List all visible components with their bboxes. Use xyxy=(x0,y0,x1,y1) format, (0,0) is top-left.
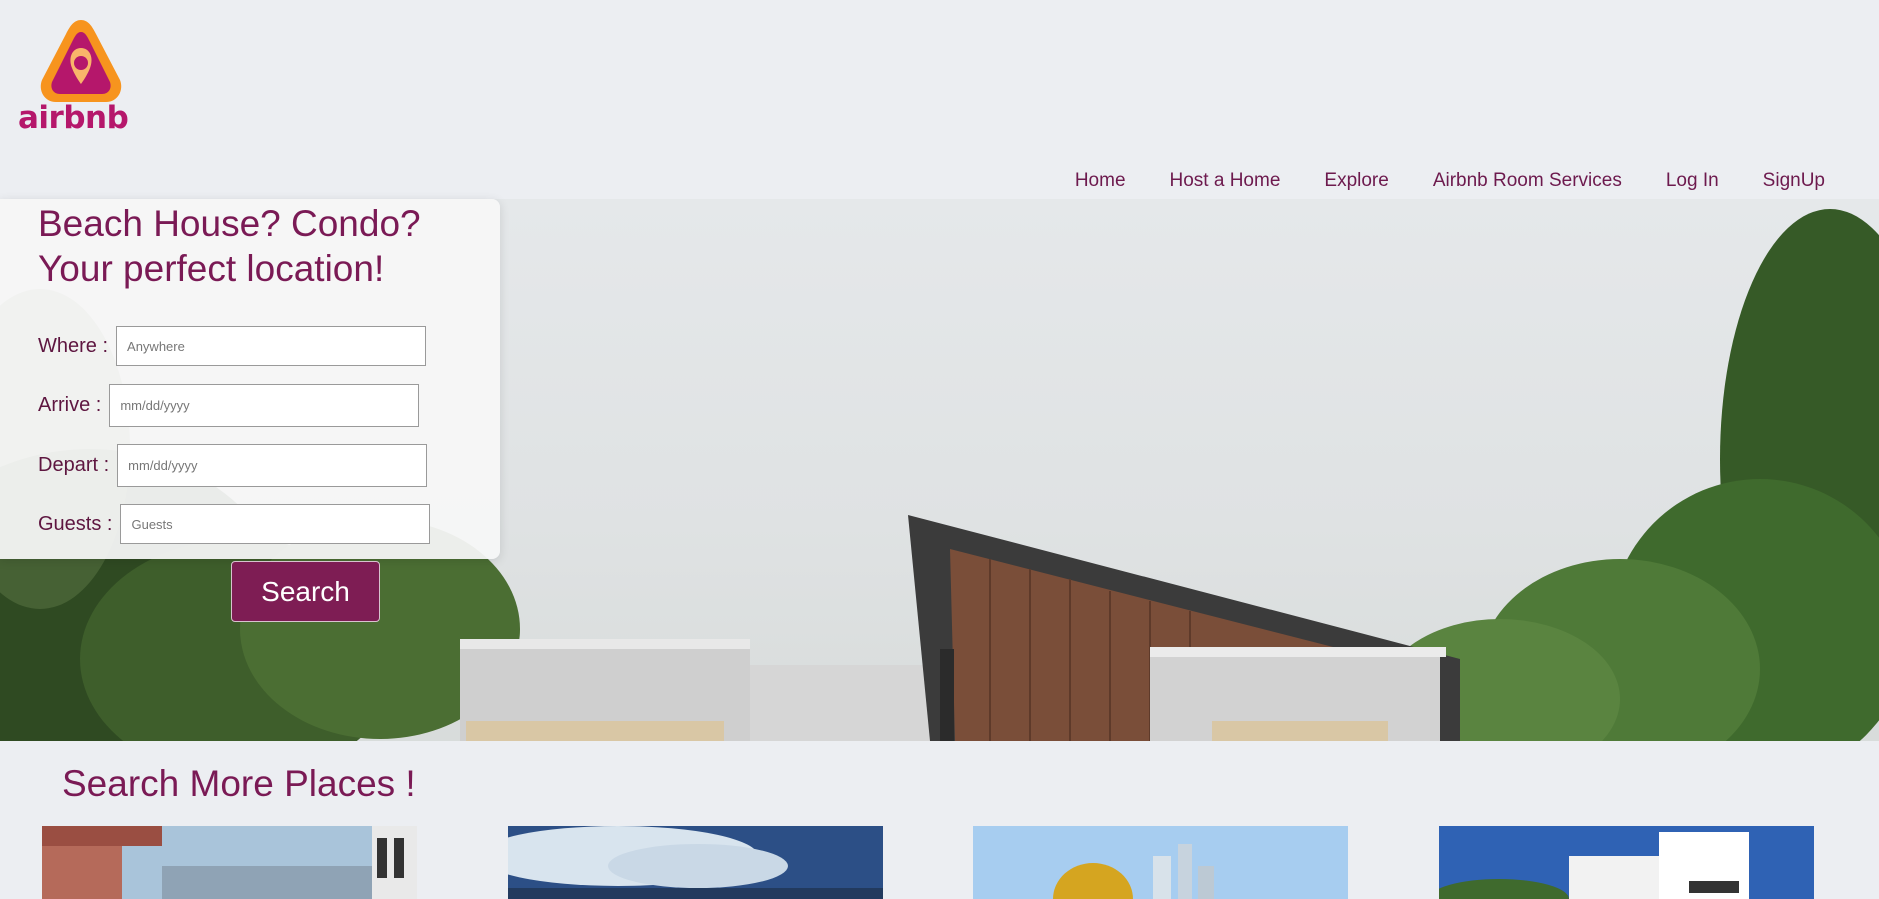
place-thumbnail-1[interactable] xyxy=(42,826,417,899)
where-label: Where : xyxy=(38,334,109,357)
search-panel-title: Beach House? Condo? Your perfect locatio… xyxy=(38,201,498,291)
where-input[interactable] xyxy=(116,326,427,366)
guests-input[interactable] xyxy=(120,504,431,544)
guests-label: Guests : xyxy=(38,512,113,535)
site-header: airbnb Home Host a Home Explore Airbnb R… xyxy=(0,0,1879,199)
place-thumbnail-2[interactable] xyxy=(508,826,883,899)
depart-label: Depart : xyxy=(38,454,110,476)
more-places-title: Search More Places ! xyxy=(62,763,416,804)
nav-host-a-home[interactable]: Host a Home xyxy=(1170,170,1281,192)
title-line-1: Beach House? Condo? xyxy=(38,203,421,244)
airbnb-logo-icon xyxy=(40,20,122,102)
logo-wordmark: airbnb xyxy=(18,100,129,136)
main-nav: Home Host a Home Explore Airbnb Room Ser… xyxy=(1031,170,1825,192)
depart-date-input[interactable] xyxy=(117,444,428,487)
airbnb-logo[interactable]: airbnb xyxy=(18,18,148,136)
arrive-label: Arrive : xyxy=(38,394,102,416)
nav-log-in[interactable]: Log In xyxy=(1666,170,1719,192)
arrive-date-input[interactable] xyxy=(109,384,420,427)
title-line-2: Your perfect location! xyxy=(38,248,385,289)
nav-explore[interactable]: Explore xyxy=(1324,170,1388,192)
place-thumbnail-4[interactable] xyxy=(1439,826,1814,899)
arrive-row: Arrive : xyxy=(38,384,420,427)
nav-home[interactable]: Home xyxy=(1075,170,1126,192)
search-button[interactable]: Search xyxy=(231,561,380,622)
place-thumbnail-3[interactable] xyxy=(973,826,1348,899)
guests-row: Guests : xyxy=(38,504,431,544)
depart-row: Depart : xyxy=(38,444,428,487)
nav-sign-up[interactable]: SignUp xyxy=(1763,170,1825,192)
nav-room-services[interactable]: Airbnb Room Services xyxy=(1433,170,1622,192)
where-row: Where : xyxy=(38,326,427,366)
